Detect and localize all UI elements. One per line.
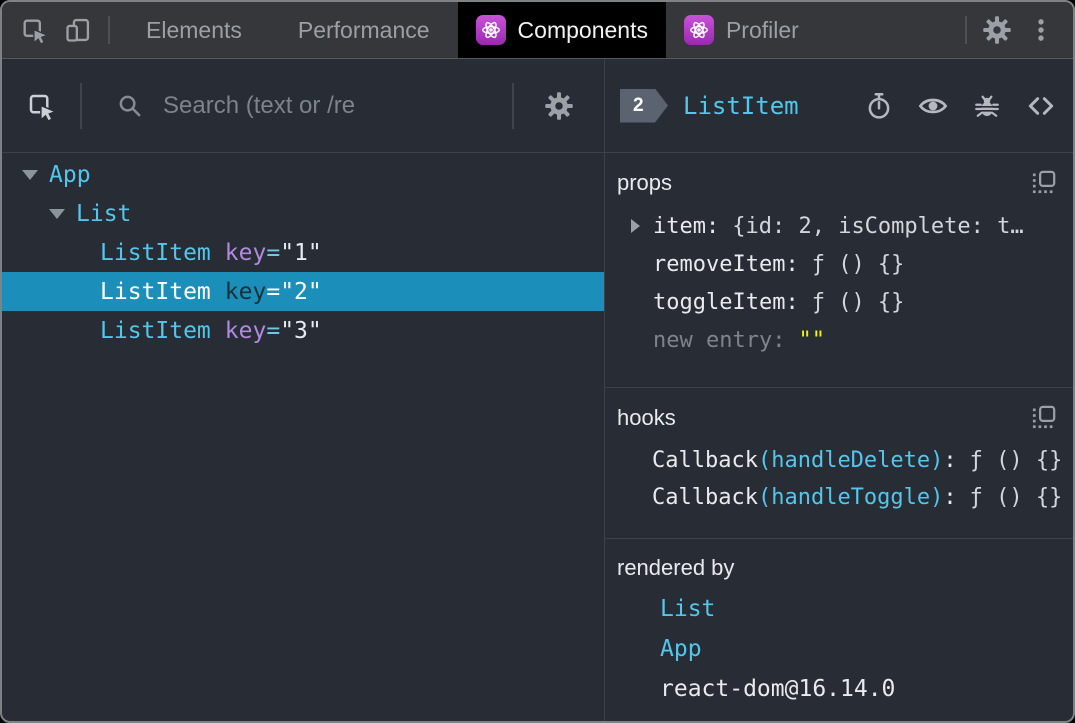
tree-row-app[interactable]: App <box>2 155 604 194</box>
rendered-by-section: rendered by List App react-dom@16.14.0 <box>605 539 1073 721</box>
inspector-header: 2 ListItem <box>605 59 1073 153</box>
prop-row-removeItem[interactable]: removeItem: ƒ () {} <box>605 245 1073 283</box>
tab-components-label: Components <box>517 16 648 43</box>
prop-row-item[interactable]: item: {id: 2, isComplete: t… <box>605 207 1073 245</box>
hook-row-handleToggle: Callback (handleToggle): ƒ () {} <box>652 485 1063 510</box>
component-name: App <box>49 161 91 188</box>
hooks-title: hooks <box>617 404 676 430</box>
copy-icon[interactable] <box>1030 169 1057 196</box>
component-name: List <box>76 200 132 227</box>
tab-elements-label: Elements <box>146 16 242 43</box>
component-inspector-pane: 2 ListItem props item: {id: 2, isComple… <box>605 59 1073 721</box>
eye-icon[interactable] <box>917 90 949 122</box>
caret-right-icon[interactable] <box>631 219 640 233</box>
tree-row-list[interactable]: List <box>2 194 604 233</box>
components-tree-pane: App List ListItem key="1" ListItem key="2"… <box>2 59 605 721</box>
selected-component-name: ListItem <box>683 91 799 120</box>
react-logo-icon <box>475 15 506 45</box>
tree-row-listitem-3[interactable]: ListItem key="3" <box>2 311 604 350</box>
element-count-badge: 2 <box>620 89 668 123</box>
tree-settings-gear-icon[interactable] <box>514 91 604 121</box>
stopwatch-icon[interactable] <box>864 91 894 121</box>
hooks-section: hooks Callback (handleDelete): ƒ () {} … <box>605 388 1073 539</box>
inspect-component-icon[interactable] <box>2 91 80 121</box>
tabbar-separator <box>965 16 967 44</box>
tree-row-listitem-2-selected[interactable]: ListItem key="2" <box>2 272 604 311</box>
tabbar-separator <box>108 16 110 44</box>
component-name: ListItem <box>100 239 211 266</box>
tab-elements[interactable]: Elements <box>118 2 270 58</box>
devtools-main: App List ListItem key="1" ListItem key="2"… <box>2 59 1073 721</box>
caret-down-icon[interactable] <box>49 208 65 219</box>
rendered-by-title: rendered by <box>617 555 735 580</box>
prop-row-toggleItem[interactable]: toggleItem: ƒ () {} <box>605 283 1073 321</box>
tab-profiler-label: Profiler <box>725 16 799 43</box>
code-brackets-icon[interactable] <box>1025 90 1057 122</box>
tree-row-listitem-1[interactable]: ListItem key="1" <box>2 233 604 272</box>
bug-icon[interactable] <box>972 91 1002 121</box>
react-logo-icon <box>683 15 714 45</box>
gear-icon[interactable] <box>975 15 1019 45</box>
props-title: props <box>617 169 673 195</box>
component-tree: App List ListItem key="1" ListItem key="2"… <box>2 153 604 721</box>
key-attribute: key="3" <box>224 317 322 344</box>
kebab-menu-icon[interactable] <box>1019 17 1063 43</box>
key-attribute: key="2" <box>224 278 322 305</box>
key-attribute: key="1" <box>224 239 322 266</box>
inspect-cursor-icon[interactable] <box>12 2 56 58</box>
tabbar-right-icons <box>957 2 1073 58</box>
caret-down-icon[interactable] <box>22 169 38 180</box>
prop-row-new-entry[interactable]: new entry: "" <box>605 321 1073 359</box>
tab-performance-label: Performance <box>297 16 430 43</box>
tab-performance[interactable]: Performance <box>270 2 458 58</box>
hook-row-handleDelete: Callback (handleDelete): ƒ () {} <box>652 448 1063 473</box>
tab-profiler[interactable]: Profiler <box>666 2 817 58</box>
component-name: ListItem <box>100 278 211 305</box>
rendered-by-list-link[interactable]: List <box>605 589 1073 629</box>
rendered-by-react-dom-version: react-dom@16.14.0 <box>660 676 896 702</box>
search-input[interactable] <box>163 91 512 120</box>
rendered-by-app-link[interactable]: App <box>605 629 1073 669</box>
component-name: ListItem <box>100 317 211 344</box>
search-box <box>82 91 512 120</box>
devtools-tabbar: Elements Performance Components Profiler <box>2 2 1073 59</box>
tabbar-lead-icons <box>2 2 100 58</box>
devtools-window: Elements Performance Components Profiler… <box>0 0 1075 723</box>
props-section: props item: {id: 2, isComplete: t… remo… <box>605 153 1073 388</box>
tree-toolbar <box>2 59 604 153</box>
tab-components[interactable]: Components <box>457 2 666 58</box>
inspector-actions <box>864 90 1073 122</box>
copy-icon[interactable] <box>1030 404 1057 431</box>
device-toolbar-icon[interactable] <box>56 2 100 58</box>
search-icon <box>119 95 141 117</box>
